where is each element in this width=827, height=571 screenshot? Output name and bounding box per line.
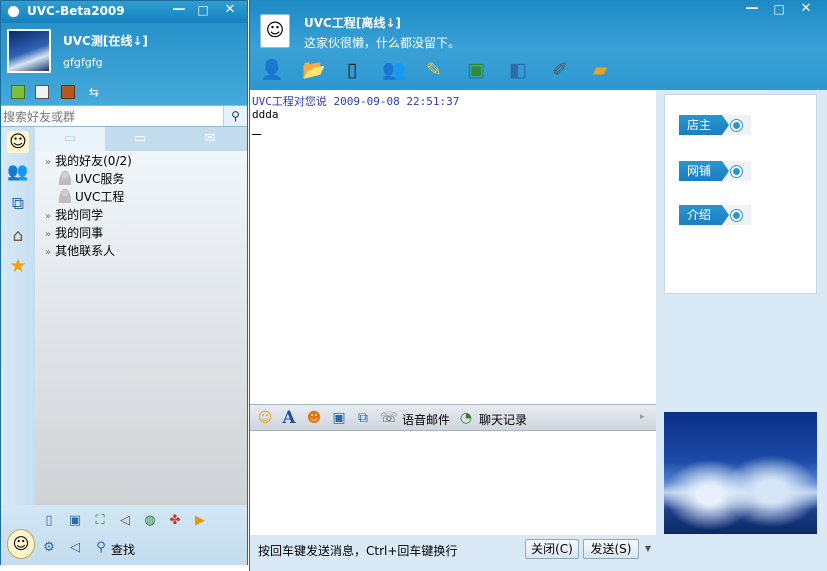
apps-icon[interactable]: ✤ bbox=[167, 513, 183, 529]
mobile-icon[interactable]: ▯ bbox=[41, 513, 57, 529]
minimize-button[interactable]: — bbox=[169, 2, 189, 20]
maximize-button[interactable]: □ bbox=[769, 1, 789, 19]
contact-name[interactable]: UVC工程[离线↓] bbox=[304, 14, 401, 31]
network-icon[interactable]: ⧉ bbox=[7, 193, 29, 215]
folder-icon[interactable]: ▰ bbox=[586, 56, 614, 84]
add-contact-icon[interactable]: 👤 bbox=[258, 56, 286, 84]
whiteboard-icon[interactable]: ✐ bbox=[546, 56, 574, 84]
tab-chat[interactable]: ▭ bbox=[35, 127, 105, 151]
video-call-icon[interactable]: 👥 bbox=[380, 56, 408, 84]
send-options-chevron-icon[interactable]: ▼ bbox=[641, 539, 655, 559]
minimize-button[interactable]: — bbox=[742, 1, 762, 19]
message-header: UVC工程对您说 2009-09-08 22:51:37 bbox=[252, 95, 460, 108]
chat-header: ☺ UVC工程[离线↓] 这家伙很懒，什么都没留下。 — □ ✕ 👤 📂 ▯ 👥… bbox=[250, 0, 827, 90]
star-icon[interactable]: ★ bbox=[7, 255, 29, 277]
clipboard-icon[interactable] bbox=[35, 85, 49, 99]
contact-show-image bbox=[664, 412, 817, 534]
app-box-icon[interactable] bbox=[61, 85, 75, 99]
search-icon[interactable]: ⚲ bbox=[223, 106, 247, 126]
window-title: UVC-Beta2009 bbox=[27, 4, 125, 18]
contact-item[interactable]: UVC工程 bbox=[59, 188, 124, 206]
group-header[interactable]: » 我的同学 bbox=[45, 206, 103, 224]
globe-icon[interactable]: ◍ bbox=[142, 513, 158, 529]
contact-signature: 这家伙很懒，什么都没留下。 bbox=[304, 36, 461, 50]
app-logo-icon bbox=[6, 4, 21, 19]
find-icon[interactable]: ⚲ bbox=[93, 540, 109, 556]
clock-icon[interactable]: ◔ bbox=[457, 409, 475, 427]
send-hint: 按回车键发送消息，Ctrl+回车键换行 bbox=[258, 544, 458, 558]
main-menu-icon[interactable]: ☺ bbox=[7, 529, 35, 559]
close-button[interactable]: ✕ bbox=[796, 1, 816, 19]
screenshot-icon[interactable]: ▣ bbox=[462, 56, 490, 84]
transfer-icon[interactable]: ⇆ bbox=[87, 85, 101, 99]
group-header[interactable]: » 其他联系人 bbox=[45, 242, 115, 260]
magic-emoji-icon[interactable]: ☻ bbox=[305, 409, 323, 427]
buddy-list-window: UVC-Beta2009 — □ ✕ UVC测[在线↓] gfgfgfg ⇆ ⚲… bbox=[0, 0, 248, 565]
contacts-icon[interactable]: 👥 bbox=[7, 161, 29, 183]
sound-icon[interactable]: ◁ bbox=[117, 513, 133, 529]
side-panel: 店主 网铺 介绍 bbox=[664, 94, 817, 294]
send-button[interactable]: 发送(S) bbox=[583, 539, 639, 559]
search-bar: ⚲ bbox=[1, 105, 247, 127]
chat-window: ☺ UVC工程[离线↓] 这家伙很懒，什么都没留下。 — □ ✕ 👤 📂 ▯ 👥… bbox=[249, 0, 827, 571]
remote-assist-icon[interactable]: ◧ bbox=[504, 56, 532, 84]
voice-mail-icon[interactable]: ☏ bbox=[380, 409, 398, 427]
notepad-icon[interactable]: ✎ bbox=[420, 56, 448, 84]
emoji-icon[interactable]: ☺ bbox=[256, 409, 274, 427]
screen-icon[interactable]: ▣ bbox=[67, 513, 83, 529]
search-input[interactable] bbox=[3, 108, 219, 125]
title-bar[interactable]: UVC-Beta2009 — □ ✕ bbox=[1, 1, 247, 23]
format-toolbar: ☺ A ☻ ▣ ⧉ ☏ 语音邮件 ◔ 聊天记录 ▸ bbox=[250, 404, 656, 431]
gear-icon[interactable]: ⚙ bbox=[41, 540, 57, 556]
chat-history-button[interactable]: 聊天记录 bbox=[479, 411, 527, 428]
user-signature[interactable]: gfgfgfg bbox=[63, 56, 103, 69]
close-chat-button[interactable]: 关闭(C) bbox=[525, 539, 579, 559]
bottom-toolbar: ▯ ▣ ⛶ ◁ ◍ ✤ ▶ ☺ ⚙ ◁ ⚲ 查找 bbox=[1, 505, 247, 565]
offline-user-icon bbox=[59, 171, 71, 185]
message-input[interactable] bbox=[250, 431, 656, 535]
avatar[interactable] bbox=[7, 29, 51, 73]
text-cursor bbox=[252, 134, 261, 135]
contact-avatar[interactable]: ☺ bbox=[260, 14, 290, 48]
building-icon[interactable]: ⌂ bbox=[7, 225, 29, 247]
user-header: UVC测[在线↓] gfgfgfg ⇆ bbox=[1, 23, 247, 105]
media-icon[interactable]: ▶ bbox=[192, 513, 208, 529]
message-text: ddda bbox=[252, 108, 279, 121]
contact-item[interactable]: UVC服务 bbox=[59, 170, 124, 188]
group-header[interactable]: » 我的好友(0/2) bbox=[45, 152, 132, 170]
contact-tabs: ▭ ▭ ✉ bbox=[35, 127, 247, 151]
send-bar: 按回车键发送消息，Ctrl+回车键换行 关闭(C) 发送(S) ▼ bbox=[250, 535, 656, 564]
group-header[interactable]: » 我的同事 bbox=[45, 224, 103, 242]
close-button[interactable]: ✕ bbox=[220, 2, 240, 20]
user-nickname[interactable]: UVC测[在线↓] bbox=[63, 32, 148, 49]
message-history[interactable]: UVC工程对您说 2009-09-08 22:51:37 ddda bbox=[250, 90, 656, 404]
tab-groups[interactable]: ▭ bbox=[105, 127, 175, 151]
tag-shop[interactable]: 网铺 bbox=[679, 161, 751, 181]
send-file-icon[interactable]: 📂 bbox=[300, 56, 328, 84]
notes-icon[interactable] bbox=[11, 85, 25, 99]
more-arrow-icon[interactable]: ▸ bbox=[640, 412, 645, 422]
screen-capture-icon[interactable]: ⧉ bbox=[354, 409, 372, 427]
tab-recent[interactable]: ✉ bbox=[175, 127, 245, 151]
speaker-icon[interactable]: ◁ bbox=[67, 540, 83, 556]
maximize-button[interactable]: □ bbox=[193, 2, 213, 20]
capture-icon[interactable]: ⛶ bbox=[92, 513, 108, 529]
tag-intro[interactable]: 介绍 bbox=[679, 205, 751, 225]
image-icon[interactable]: ▣ bbox=[330, 409, 348, 427]
find-button[interactable]: 查找 bbox=[111, 541, 135, 558]
voice-mail-button[interactable]: 语音邮件 bbox=[402, 411, 450, 428]
font-icon[interactable]: A bbox=[280, 409, 298, 427]
contact-list: » 我的好友(0/2) UVC服务 UVC工程 » 我的同学 » 我的同事 » 其他联系… bbox=[35, 151, 247, 505]
left-sidebar: ☺ 👥 ⧉ ⌂ ★ bbox=[1, 127, 35, 505]
mobile-phone-icon[interactable]: ▯ bbox=[338, 56, 366, 84]
offline-user-icon bbox=[59, 189, 71, 203]
tag-shop-owner[interactable]: 店主 bbox=[679, 115, 751, 135]
friends-icon[interactable]: ☺ bbox=[7, 131, 29, 153]
